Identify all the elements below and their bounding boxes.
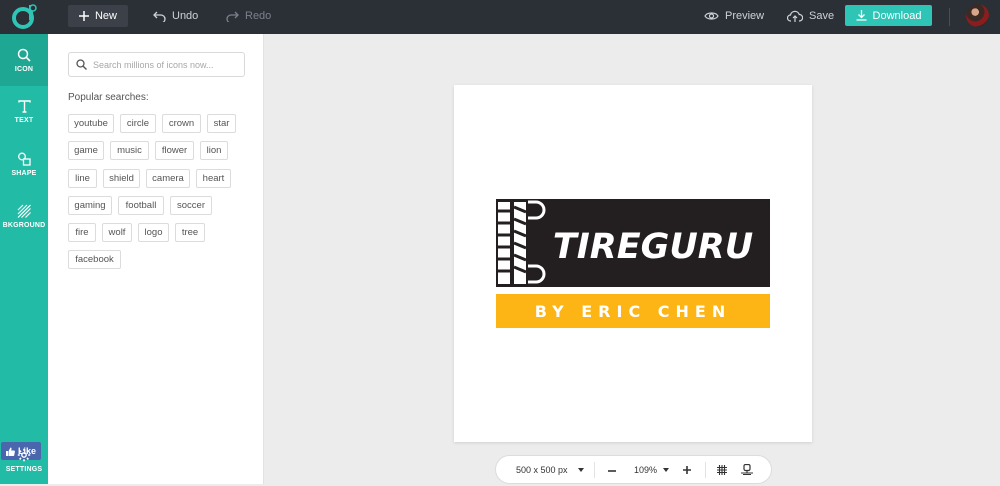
redo-button[interactable]: Redo <box>226 5 271 27</box>
tag-camera[interactable]: camera <box>146 169 190 188</box>
text-icon <box>17 100 31 113</box>
logo-artwork[interactable]: TIREGURU BY ERIC CHEN <box>496 199 771 329</box>
rail-item-text[interactable]: TEXT <box>0 86 48 138</box>
gear-icon <box>17 448 31 461</box>
tire-tread-icon <box>498 200 546 284</box>
align-center-icon <box>741 464 753 475</box>
tag-star[interactable]: star <box>207 114 236 133</box>
rail-item-icon[interactable]: ICON <box>0 34 48 86</box>
undo-label: Undo <box>172 10 199 22</box>
rail-label-shape: SHAPE <box>11 169 37 177</box>
rail-item-settings[interactable]: SETTINGS <box>0 434 48 486</box>
tag-line[interactable]: line <box>68 169 97 188</box>
icon-search-box[interactable] <box>68 52 245 77</box>
preview-button[interactable]: Preview <box>704 5 764 27</box>
caret-down-icon <box>663 467 670 472</box>
tag-heart[interactable]: heart <box>196 169 231 188</box>
zoom-out-button[interactable] <box>608 470 616 472</box>
new-label: New <box>94 10 117 22</box>
tag-music[interactable]: music <box>110 141 149 160</box>
rail-label-settings: SETTINGS <box>5 465 43 473</box>
undo-button[interactable]: Undo <box>153 5 198 27</box>
align-center-button[interactable] <box>741 464 753 475</box>
zoom-level-label: 109% <box>634 464 658 475</box>
tag-football[interactable]: football <box>118 196 164 215</box>
redo-label: Redo <box>245 10 272 22</box>
save-label: Save <box>809 10 835 22</box>
user-avatar[interactable] <box>966 4 989 27</box>
zoombar-divider <box>705 462 706 478</box>
hatch-icon <box>17 204 31 218</box>
zoombar-divider <box>594 462 595 478</box>
tag-tree[interactable]: tree <box>175 223 205 242</box>
zoom-level-dropdown[interactable]: 109% <box>634 464 670 475</box>
tag-logo[interactable]: logo <box>138 223 169 242</box>
tag-flower[interactable]: flower <box>155 141 194 160</box>
canvas-zoom-bar: 500 x 500 px 109% <box>495 455 772 484</box>
icon-search-input[interactable] <box>93 59 233 70</box>
top-toolbar: New Undo Redo Preview Save Download <box>0 0 1000 34</box>
app-logo-icon[interactable] <box>10 3 38 31</box>
grid-icon <box>717 464 727 475</box>
tag-shield[interactable]: shield <box>103 169 140 188</box>
rail-label-icon: ICON <box>14 65 34 73</box>
canvas-size-dropdown[interactable]: 500 x 500 px <box>516 465 584 475</box>
popular-searches-heading: Popular searches: <box>68 92 149 103</box>
minus-icon <box>608 470 616 472</box>
redo-icon <box>226 11 239 22</box>
icon-panel: Popular searches: youtube circle crown s… <box>48 34 264 484</box>
rail-label-background: BKGROUND <box>2 221 46 229</box>
tag-circle[interactable]: circle <box>120 114 156 133</box>
eye-icon <box>704 12 719 20</box>
tool-sidebar: ICON TEXT SHAPE BKGROUND Like SETTINGS <box>0 34 48 484</box>
new-button[interactable]: New <box>68 5 128 27</box>
undo-icon <box>153 11 166 22</box>
tag-youtube[interactable]: youtube <box>68 114 114 133</box>
plus-icon <box>683 465 691 474</box>
toolbar-divider <box>949 8 950 26</box>
rail-label-text: TEXT <box>14 117 34 124</box>
caret-down-icon <box>577 467 584 472</box>
tag-game[interactable]: game <box>68 141 104 160</box>
preview-label: Preview <box>725 10 765 22</box>
canvas-size-label: 500 x 500 px <box>516 464 568 475</box>
grid-toggle-button[interactable] <box>717 464 727 475</box>
logo-brand-text: TIREGURU <box>553 227 753 267</box>
plus-icon <box>78 11 89 21</box>
zoom-in-button[interactable] <box>683 465 691 474</box>
download-label: Download <box>872 9 922 22</box>
tag-crown[interactable]: crown <box>162 114 201 133</box>
download-button[interactable]: Download <box>845 5 932 26</box>
tag-fire[interactable]: fire <box>68 223 96 242</box>
tag-lion[interactable]: lion <box>200 141 228 160</box>
rail-item-shape[interactable]: SHAPE <box>0 138 48 190</box>
logo-tagline-text: BY ERIC CHEN <box>535 302 731 321</box>
save-button[interactable]: Save <box>787 5 834 27</box>
rail-item-background[interactable]: BKGROUND <box>0 190 48 242</box>
cloud-upload-icon <box>787 10 803 22</box>
tag-gaming[interactable]: gaming <box>68 196 112 215</box>
search-icon <box>76 59 87 70</box>
tag-facebook[interactable]: facebook <box>68 250 121 269</box>
tag-wolf[interactable]: wolf <box>102 223 132 242</box>
tag-soccer[interactable]: soccer <box>170 196 212 215</box>
download-icon <box>856 10 867 21</box>
shapes-icon <box>18 152 31 166</box>
search-icon <box>17 48 31 62</box>
